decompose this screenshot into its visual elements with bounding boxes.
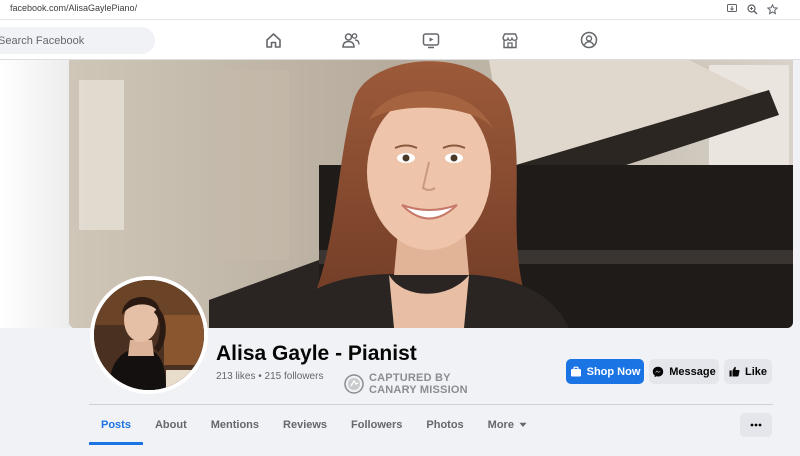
facebook-top-nav [0,20,800,60]
tab-followers[interactable]: Followers [339,405,414,445]
browser-actions [726,2,778,16]
tab-reviews[interactable]: Reviews [271,405,339,445]
cover-side-fade [0,60,70,328]
tab-about[interactable]: About [143,405,199,445]
profile-photo-illustration [94,280,204,390]
profile-tabs: Posts About Mentions Reviews Followers P… [89,405,539,445]
likes-followers-count[interactable]: 213 likes • 215 followers [216,371,323,382]
tab-label: Posts [101,419,131,431]
tab-posts[interactable]: Posts [89,405,143,445]
tab-photos[interactable]: Photos [414,405,475,445]
shop-now-label: Shop Now [586,365,641,378]
canary-mission-watermark: CAPTURED BY CANARY MISSION [344,372,468,396]
zoom-icon[interactable] [746,2,758,16]
watch-icon[interactable] [420,29,442,51]
browser-address-bar: facebook.com/AlisaGaylePiano/ [0,0,800,20]
tab-label: More [487,419,514,431]
messenger-icon [653,366,664,377]
search-input[interactable] [0,27,138,54]
url-text[interactable]: facebook.com/AlisaGaylePiano/ [10,3,137,13]
canary-logo-icon [344,374,364,394]
page-title: Alisa Gayle - Pianist [216,342,417,365]
marketplace-icon[interactable] [499,29,521,51]
tab-label: Mentions [210,419,260,431]
tab-mentions[interactable]: Mentions [199,405,271,445]
home-icon[interactable] [262,29,284,51]
tab-more[interactable]: More [476,405,539,445]
thumbs-up-icon [729,366,740,377]
groups-icon[interactable] [578,29,600,51]
feed-background [0,445,800,456]
profile-picture[interactable] [90,276,208,394]
shop-now-button[interactable]: Shop Now [566,359,644,384]
ellipsis-icon [750,423,762,427]
install-app-icon[interactable] [726,2,738,16]
watermark-line-2: CANARY MISSION [369,384,468,396]
more-options-button[interactable] [740,413,772,437]
message-label: Message [669,365,716,378]
message-button[interactable]: Message [649,359,719,384]
tab-label: Photos [426,419,464,431]
friends-icon[interactable] [340,29,362,51]
search-box[interactable] [0,27,155,54]
like-button[interactable]: Like [724,359,772,384]
tab-label: About [154,419,187,431]
shopping-bag-icon [570,366,581,377]
like-label: Like [744,365,767,378]
tab-label: Followers [351,419,403,431]
caret-down-icon [519,422,527,427]
watermark-text: CAPTURED BY CANARY MISSION [369,372,468,396]
tab-label: Reviews [283,419,328,431]
watermark-line-1: CAPTURED BY [369,372,451,384]
bookmark-star-icon[interactable] [766,2,778,16]
